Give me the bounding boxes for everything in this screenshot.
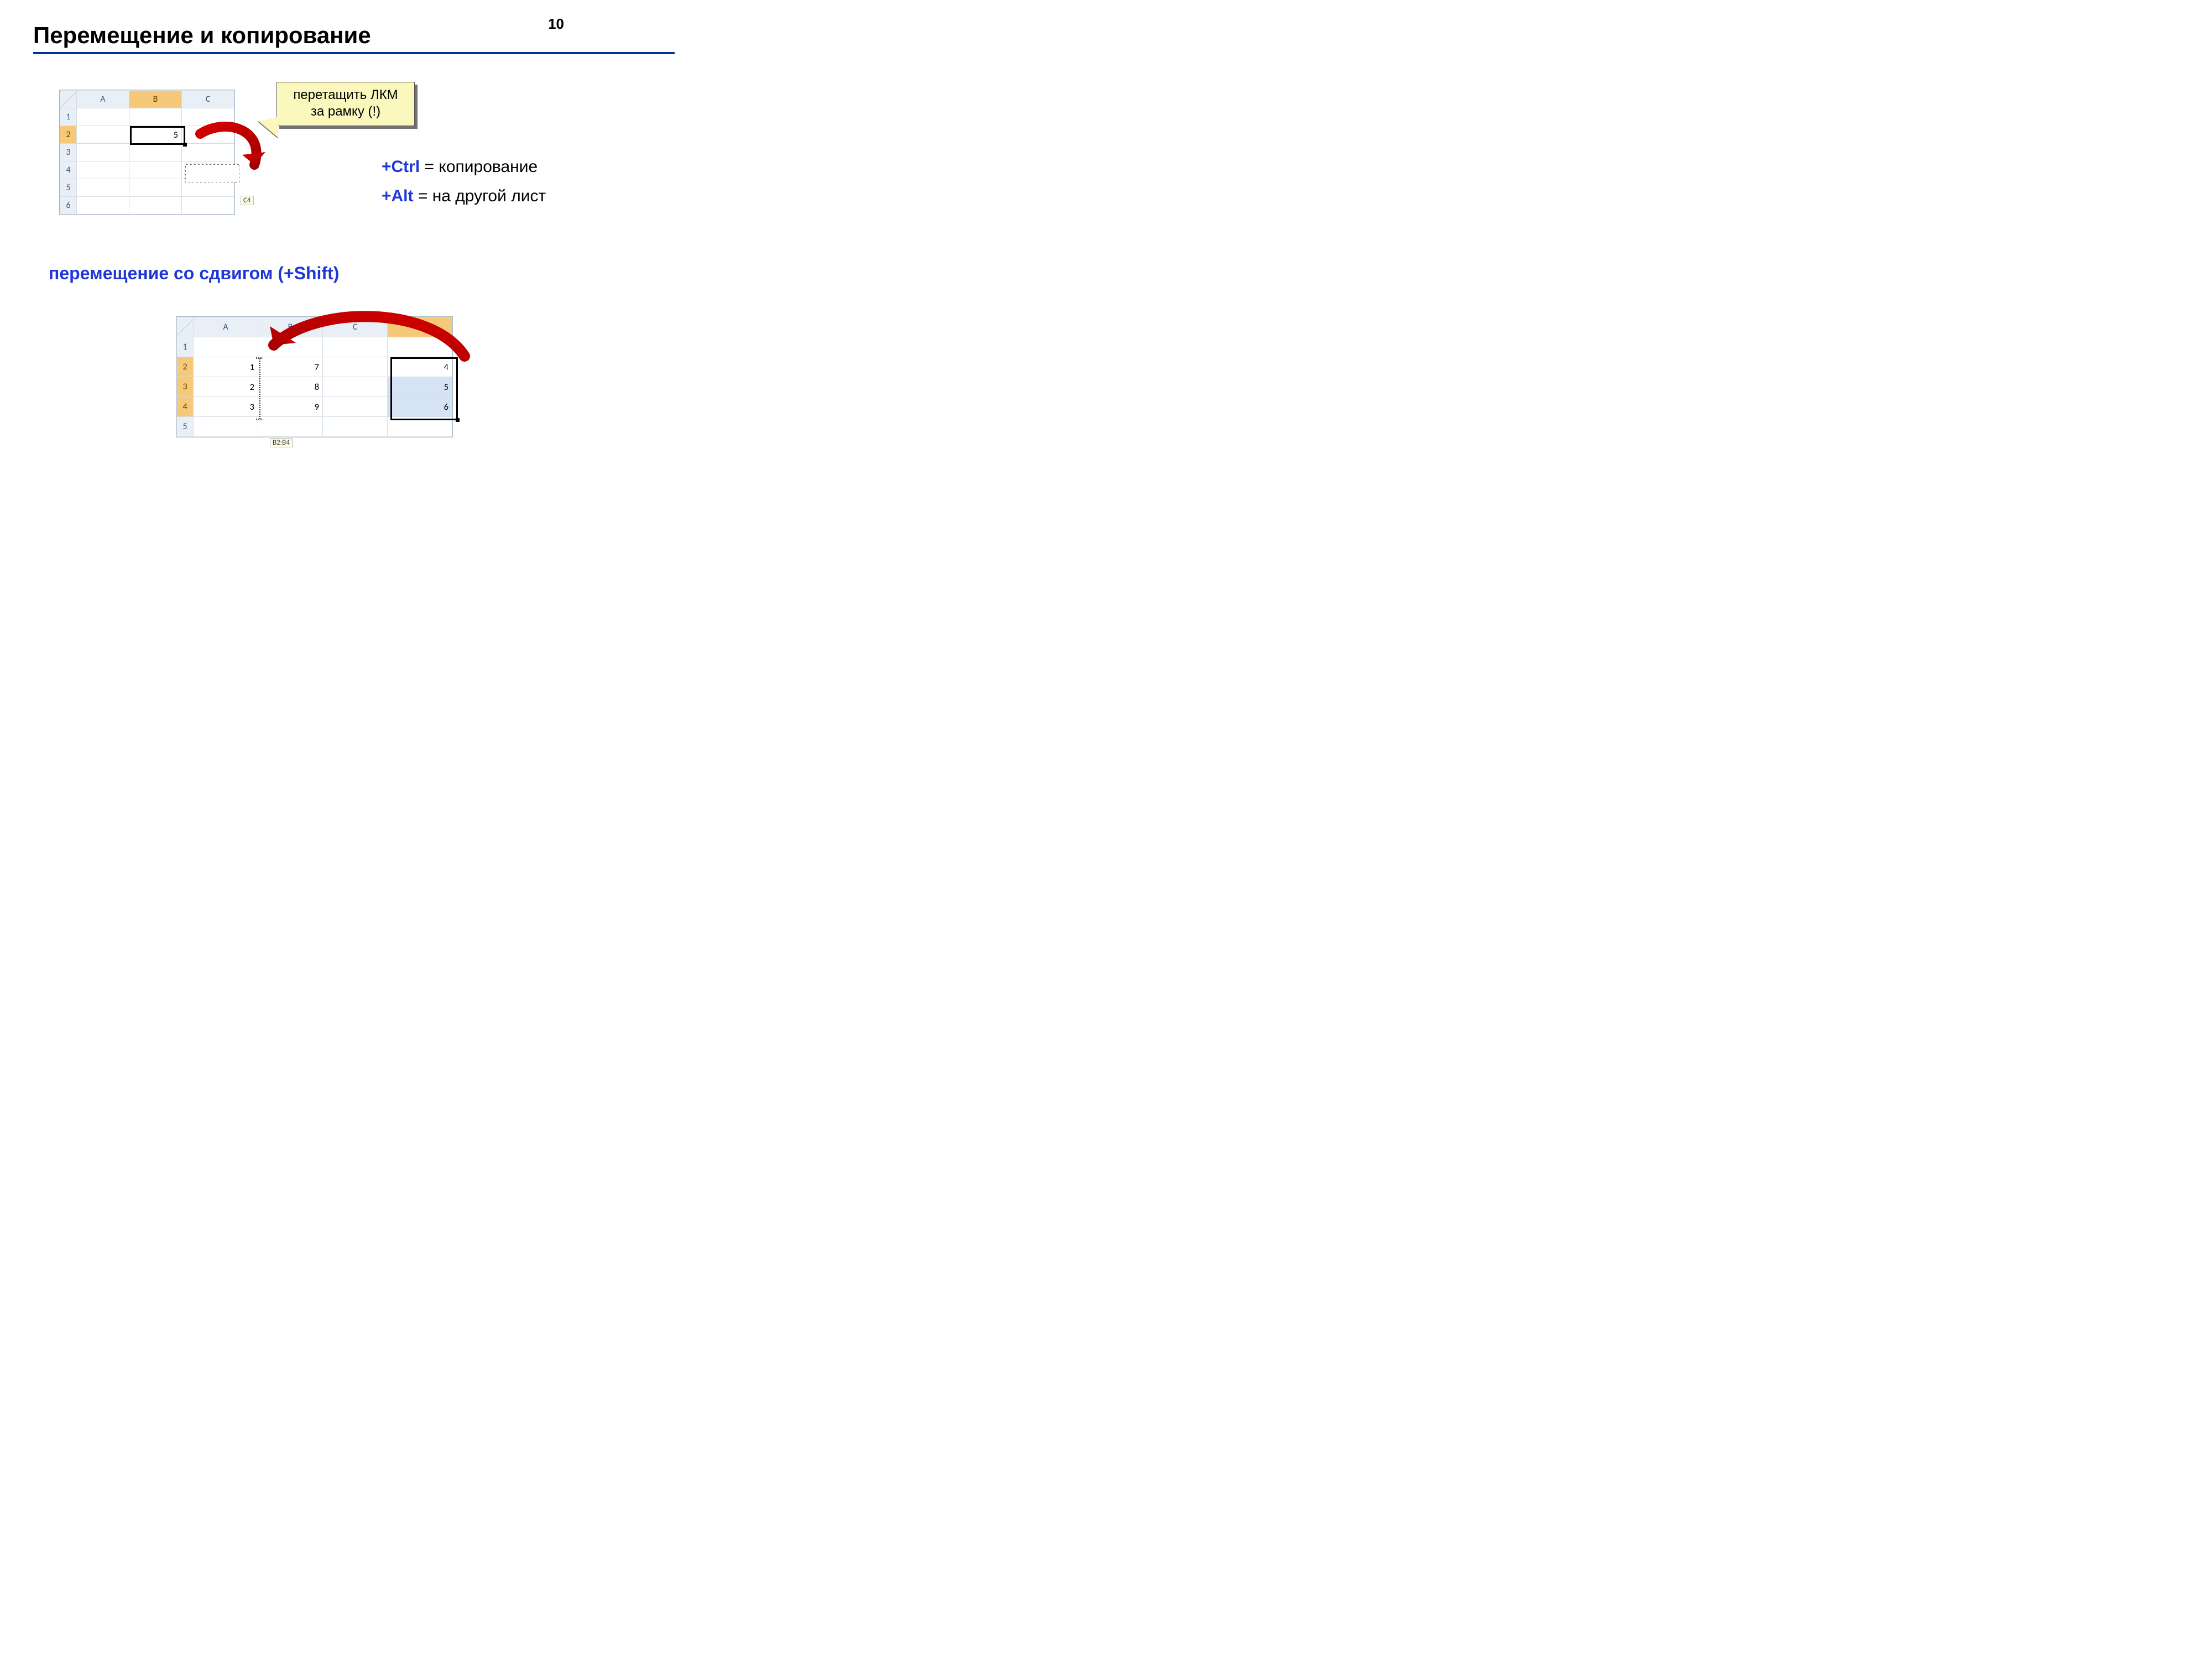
col-header-c[interactable]: C xyxy=(323,317,388,337)
select-all-corner[interactable] xyxy=(177,317,194,337)
cell-a2[interactable]: 1 xyxy=(194,357,258,377)
cell-d2[interactable]: 4 xyxy=(388,357,452,377)
row-header-4[interactable]: 4 xyxy=(177,397,194,417)
ctrl-key: +Ctrl xyxy=(382,158,420,176)
cell[interactable] xyxy=(323,337,388,357)
select-all-corner[interactable] xyxy=(60,91,77,108)
cell[interactable] xyxy=(77,144,129,161)
cell[interactable] xyxy=(182,108,234,126)
fill-handle[interactable] xyxy=(456,418,460,422)
cell[interactable] xyxy=(129,179,182,197)
cell[interactable] xyxy=(77,161,129,179)
cell[interactable] xyxy=(388,417,452,437)
alt-text: = на другой лист xyxy=(414,187,546,205)
row-header-2[interactable]: 2 xyxy=(60,126,77,144)
cell[interactable] xyxy=(182,144,234,161)
cell[interactable] xyxy=(77,108,129,126)
cell[interactable] xyxy=(77,126,129,144)
cell-a3[interactable]: 2 xyxy=(194,377,258,397)
cell[interactable] xyxy=(129,144,182,161)
alt-key: +Alt xyxy=(382,187,414,205)
slide: 10 Перемещение и копирование перетащить … xyxy=(0,0,708,531)
spreadsheet-1: A B C 1 25 3 4 5 6 C4 xyxy=(59,90,235,215)
cell[interactable] xyxy=(182,126,234,144)
callout: перетащить ЛКМ за рамку (!) xyxy=(276,82,415,126)
cell[interactable] xyxy=(194,337,258,357)
cell[interactable] xyxy=(323,397,388,417)
callout-line2: за рамку (!) xyxy=(311,104,380,119)
cell-d3[interactable]: 5 xyxy=(388,377,452,397)
slide-title: Перемещение и копирование xyxy=(33,22,675,49)
cell[interactable] xyxy=(323,357,388,377)
fill-handle[interactable] xyxy=(183,143,187,147)
row-header-3[interactable]: 3 xyxy=(60,144,77,161)
cell[interactable] xyxy=(323,377,388,397)
callout-line1: перетащить ЛКМ xyxy=(293,87,398,102)
row-header-1[interactable]: 1 xyxy=(60,108,77,126)
reference-tooltip: B2:B4 xyxy=(270,438,293,447)
col-header-a[interactable]: A xyxy=(77,91,129,108)
col-header-b[interactable]: B xyxy=(258,317,323,337)
cell-d4[interactable]: 6 xyxy=(388,397,452,417)
row-header-5[interactable]: 5 xyxy=(177,417,194,437)
row-header-5[interactable]: 5 xyxy=(60,179,77,197)
cell-b2[interactable]: 7 xyxy=(258,357,323,377)
spreadsheet-2: A B C D 1 2174 3285 4396 5 B2:B4 xyxy=(176,316,453,437)
callout-tail xyxy=(258,117,278,138)
cell-b3[interactable]: 8 xyxy=(258,377,323,397)
row-header-3[interactable]: 3 xyxy=(177,377,194,397)
cell-a4[interactable]: 3 xyxy=(194,397,258,417)
col-header-b[interactable]: B xyxy=(129,91,182,108)
insert-indicator-icon xyxy=(259,357,260,420)
col-header-a[interactable]: A xyxy=(194,317,258,337)
page-number: 10 xyxy=(548,15,564,33)
col-header-d[interactable]: D xyxy=(388,317,452,337)
drag-target xyxy=(185,164,239,182)
ctrl-text: = копирование xyxy=(420,158,538,176)
cell[interactable] xyxy=(77,179,129,197)
cell[interactable] xyxy=(388,337,452,357)
row-header-1[interactable]: 1 xyxy=(177,337,194,357)
title-underline xyxy=(33,52,675,54)
cell[interactable] xyxy=(194,417,258,437)
cell-b4[interactable]: 9 xyxy=(258,397,323,417)
cell-b2[interactable]: 5 xyxy=(129,126,182,144)
row-header-2[interactable]: 2 xyxy=(177,357,194,377)
subtitle: перемещение со сдвигом (+Shift) xyxy=(49,263,339,284)
row-header-6[interactable]: 6 xyxy=(60,197,77,215)
modifier-notes: +Ctrl = копирование +Alt = на другой лис… xyxy=(382,153,546,211)
row-header-4[interactable]: 4 xyxy=(60,161,77,179)
cell[interactable] xyxy=(129,108,182,126)
cell[interactable] xyxy=(258,337,323,357)
cell[interactable] xyxy=(77,197,129,215)
cell[interactable] xyxy=(129,161,182,179)
cell[interactable] xyxy=(182,197,234,215)
col-header-c[interactable]: C xyxy=(182,91,234,108)
cell[interactable] xyxy=(323,417,388,437)
cell[interactable] xyxy=(129,197,182,215)
reference-tooltip: C4 xyxy=(241,196,254,205)
cell[interactable] xyxy=(258,417,323,437)
